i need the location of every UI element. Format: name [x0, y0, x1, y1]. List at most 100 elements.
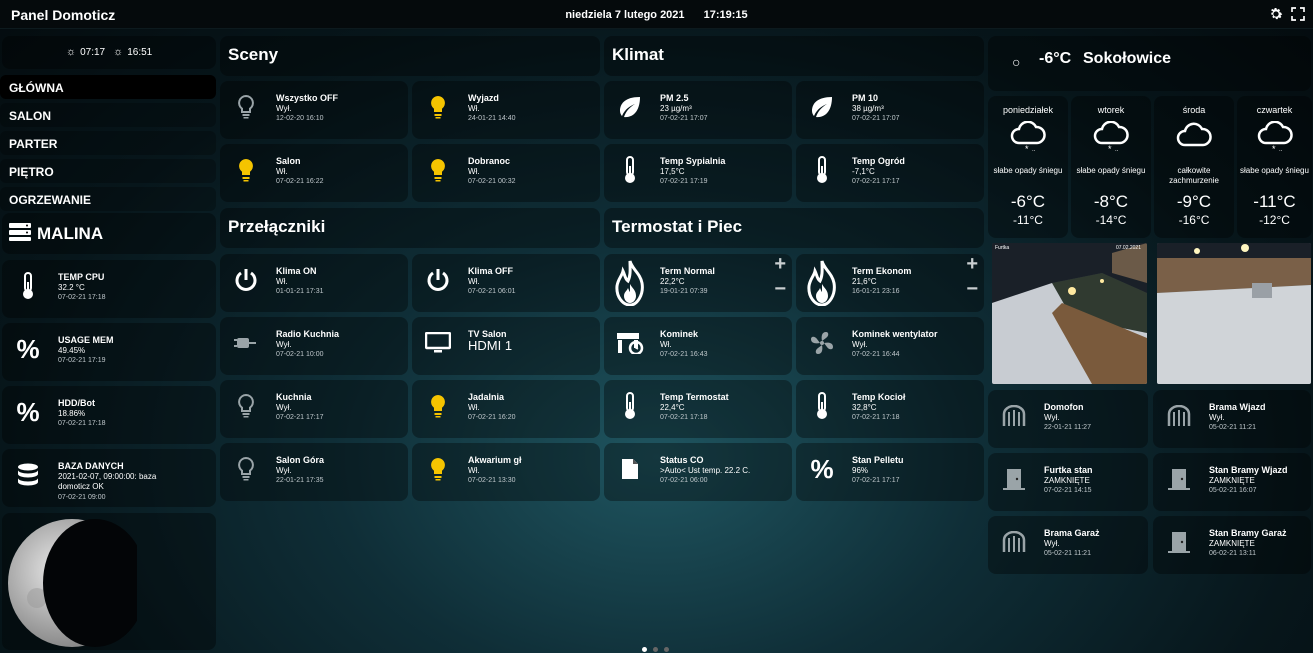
tile-time: 16-01-21 23:16 [852, 288, 900, 295]
tile-value: Wł. [468, 277, 480, 286]
gate-tile-domofon[interactable]: Domofon Wył. 22-01-21 11:27 [988, 390, 1148, 448]
temp-low: -16°C [1178, 213, 1210, 227]
tile-value: Wył. [276, 466, 292, 475]
tile-name: Term Normal [660, 266, 715, 276]
climate-tile-temp-ogrod[interactable]: Temp Ogród -7,1°C 07-02-21 17:17 [796, 144, 984, 202]
gate-tile-brama-garaz[interactable]: Brama Garaż Wył. 05-02-21 11:21 [988, 516, 1148, 574]
sys-tile-hdd[interactable]: % HDD/Bot 18.86% 07-02-21 17:18 [2, 386, 216, 444]
nav-item-glowna[interactable]: GŁÓWNA [0, 75, 216, 99]
tile-name: Brama Wjazd [1209, 402, 1266, 412]
switch-tile-klima-on[interactable]: Klima ON Wł. 01-01-21 17:31 [220, 254, 408, 312]
thermostat-tile-status-co[interactable]: Status CO >Auto< Ust temp. 22.2 C. 07-02… [604, 443, 792, 501]
tile-name: Stan Bramy Wjazd [1209, 465, 1288, 475]
switch-tile-klima-off[interactable]: Klima OFF Wł. 07-02-21 06:01 [412, 254, 600, 312]
camera-feed-furtka[interactable]: Furtka 07.02.2021 [992, 243, 1147, 384]
sys-tile-temp-cpu[interactable]: TEMP CPU 32.2 °C 07-02-21 17:18 [2, 260, 216, 318]
tile-time: 19-01-21 07:39 [660, 288, 708, 295]
tile-value: Wył. [1044, 413, 1060, 422]
switch-tile-salon-gora[interactable]: Salon Góra Wył. 22-01-21 17:35 [220, 443, 408, 501]
switch-tile-akwarium[interactable]: Akwarium gł Wł. 07-02-21 13:30 [412, 443, 600, 501]
section-title: Termostat i Piec [612, 217, 743, 236]
tile-time: 07-02-21 17:18 [58, 294, 106, 301]
temp-high: -9°C [1176, 192, 1212, 211]
minus-button[interactable]: − [966, 278, 978, 301]
scene-tile-dobranoc[interactable]: Dobranoc Wł. 07-02-21 00:32 [412, 144, 600, 202]
page-dot-3[interactable] [664, 647, 669, 652]
gate-tile-furtka-stan[interactable]: Furtka stan ZAMKNIĘTE 07-02-21 14:15 [988, 453, 1148, 511]
page-dot-2[interactable] [653, 647, 658, 652]
page-dot-1[interactable] [642, 647, 647, 652]
thermostat-tile-temp-kociol[interactable]: Temp Kocioł 32,8°C 07-02-21 17:18 [796, 380, 984, 438]
svg-text:..: .. [1115, 147, 1119, 153]
tile-time: 07-02-21 17:07 [660, 115, 708, 122]
climate-tile-temp-sypialnia[interactable]: Temp Sypialnia 17,5°C 07-02-21 17:19 [604, 144, 792, 202]
percent-icon: % [16, 333, 40, 364]
tile-value: 2021-02-07, 09:00:00: baza domoticz OK [58, 472, 157, 491]
bulb-off-icon [228, 89, 264, 125]
tile-time: 07-02-21 16:20 [468, 414, 516, 421]
current-temp: -6°C [1039, 50, 1072, 67]
weather-desc: słabe opady śniegu [1076, 166, 1146, 175]
tile-time: 07-02-21 06:01 [468, 288, 516, 295]
gate-tile-brama-wjazd[interactable]: Brama Wjazd Wył. 05-02-21 11:21 [1153, 390, 1311, 448]
tile-value: 32,8°C [852, 403, 877, 412]
switch-tile-kuchnia[interactable]: Kuchnia Wył. 07-02-21 17:17 [220, 380, 408, 438]
tile-value: 22,2°C [660, 277, 685, 286]
tile-name: Stan Bramy Garaż [1209, 528, 1287, 538]
thermostat-tile-stan-pelletu[interactable]: % Stan Pelletu 96% 07-02-21 17:17 [796, 443, 984, 501]
climate-tile-pm25[interactable]: PM 2.5 23 µg/m³ 07-02-21 17:07 [604, 81, 792, 139]
tile-value: ZAMKNIĘTE [1209, 476, 1255, 485]
plus-button[interactable]: + [774, 253, 786, 276]
tile-value: Wył. [1209, 413, 1225, 422]
tile-time: 07-02-21 16:44 [852, 351, 900, 358]
scene-tile-wszystko-off[interactable]: Wszystko OFF Wył. 12-02-20 16:10 [220, 81, 408, 139]
tile-time: 22-01-21 17:35 [276, 477, 324, 484]
tile-value: 18.86% [58, 409, 86, 418]
thermometer-icon [804, 388, 840, 424]
thermometer-icon [612, 152, 648, 188]
snow-cloud-icon: *.. [1010, 120, 1046, 154]
fullscreen-icon[interactable] [1290, 6, 1306, 22]
day-name: poniedziałek [1002, 105, 1054, 115]
thermostat-tile-term-ekonom[interactable]: Term Ekonom 21,6°C 16-01-21 23:16 + − [796, 253, 984, 312]
nav-item-pietro[interactable]: PIĘTRO [0, 159, 216, 183]
thermostat-tile-kominek-wentylator[interactable]: Kominek wentylator Wył. 07-02-21 16:44 [796, 317, 984, 375]
tile-value: Wył. [276, 403, 292, 412]
minus-button[interactable]: − [774, 278, 786, 301]
tile-value: Wył. [852, 340, 868, 349]
svg-text:*: * [1025, 144, 1029, 153]
sys-tile-usage-mem[interactable]: % USAGE MEM 49.45% 07-02-21 17:19 [2, 323, 216, 381]
gear-icon[interactable] [1268, 6, 1284, 22]
bulb-on-icon [420, 388, 456, 424]
scene-tile-wyjazd[interactable]: Wyjazd Wł. 24-01-21 14:40 [412, 81, 600, 139]
tile-time: 06-02-21 13:11 [1209, 550, 1256, 557]
tile-name: USAGE MEM [58, 335, 114, 345]
temp-high: -8°C [1093, 192, 1129, 211]
thermostat-tile-temp-termostat[interactable]: Temp Termostat 22,4°C 07-02-21 17:18 [604, 380, 792, 438]
switch-tile-radio-kuchnia[interactable]: Radio Kuchnia Wył. 07-02-21 10:00 [220, 317, 408, 375]
gate-tile-stan-bramy-wjazd[interactable]: Stan Bramy Wjazd ZAMKNIĘTE 05-02-21 16:0… [1153, 453, 1311, 511]
tile-value: Wł. [660, 340, 672, 349]
tile-value: 22,4°C [660, 403, 685, 412]
nav-item-parter[interactable]: PARTER [0, 131, 216, 155]
moon-tile [2, 513, 216, 650]
gate-tile-stan-bramy-garaz[interactable]: Stan Bramy Garaż ZAMKNIĘTE 06-02-21 13:1… [1153, 516, 1311, 574]
nav-item-ogrzewanie[interactable]: OGRZEWANIE [0, 187, 216, 211]
thermostat-tile-kominek[interactable]: Kominek Wł. 07-02-21 16:43 [604, 317, 792, 375]
section-przelaczniki: Przełączniki [220, 208, 600, 248]
weather-day-1: poniedziałek *.. słabe opady śniegu -6°C… [988, 96, 1068, 238]
weather-current-tile[interactable]: ○ -6°C Sokołowice [988, 36, 1311, 91]
sys-tile-baza[interactable]: BAZA DANYCH 2021-02-07, 09:00:00: baza d… [2, 449, 216, 507]
nav-item-salon[interactable]: SALON [0, 103, 216, 127]
scene-tile-salon[interactable]: Salon Wł. 07-02-21 16:22 [220, 144, 408, 202]
moon-phase-icon [8, 519, 137, 647]
switch-tile-tv-salon[interactable]: TV Salon HDMI 1 [412, 317, 600, 375]
thermostat-tile-term-normal[interactable]: Term Normal 22,2°C 19-01-21 07:39 + − [604, 253, 792, 312]
climate-tile-pm10[interactable]: PM 10 38 µg/m³ 07-02-21 17:07 [796, 81, 984, 139]
camera-feed-2[interactable] [1157, 243, 1311, 384]
temp-low: -12°C [1259, 213, 1290, 227]
plus-button[interactable]: + [966, 253, 978, 276]
switch-tile-jadalnia[interactable]: Jadalnia Wł. 07-02-21 16:20 [412, 380, 600, 438]
tile-name: Dobranoc [468, 156, 511, 166]
percent-icon: % [16, 396, 40, 427]
